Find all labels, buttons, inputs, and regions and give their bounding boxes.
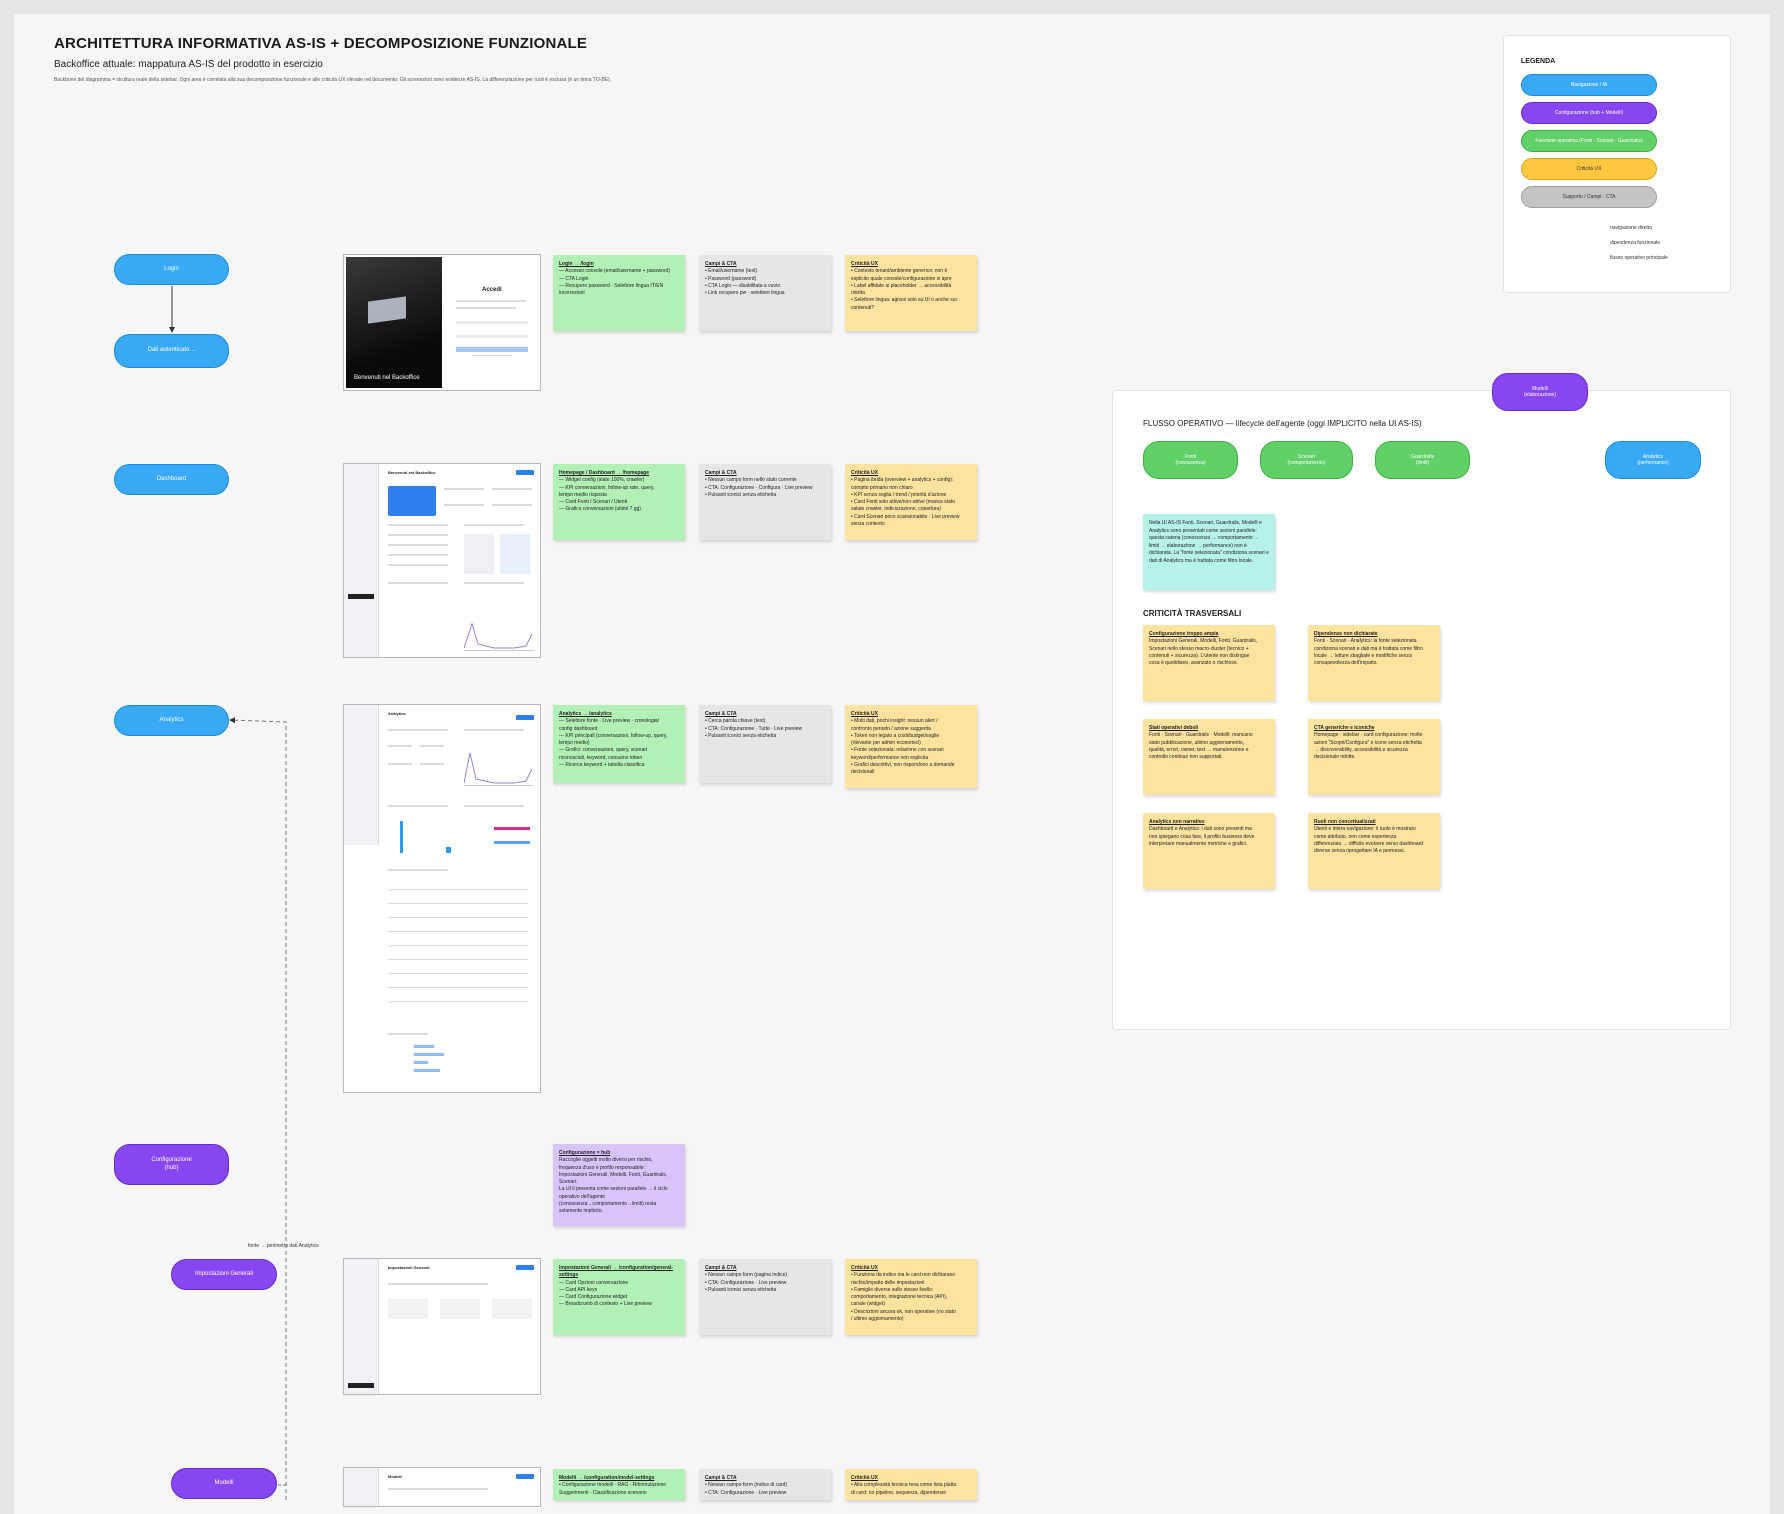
flow-title: FLUSSO OPERATIVO — lifecycle dell'agente…	[1143, 419, 1422, 428]
flow-panel	[1112, 390, 1731, 1030]
dashboard-chart-mock	[463, 604, 534, 651]
card-analytics-fields: Campi & CTA • Cerca parola chiave (text)…	[699, 705, 831, 783]
card-impostazioni-fields: Campi & CTA • Nessun campo form (pagina …	[699, 1259, 831, 1335]
sidebar-mock	[344, 464, 379, 657]
legend-item-criticita: Criticità UX	[1521, 158, 1657, 180]
modelli-screen-title: Modelli	[388, 1474, 402, 1479]
screenshot-impostazioni-generali: Impostazioni Generali	[343, 1258, 541, 1395]
card-impostazioni-functions: Impostazioni Generali → /configuration/g…	[553, 1259, 685, 1335]
card-login-criticita: Criticità UX • Contesto tenant/ambiente …	[845, 255, 977, 331]
screenshot-dashboard: Benvenuti nel Backoffice	[343, 463, 541, 658]
screenshot-modelli: Modelli	[343, 1467, 541, 1507]
analytics-config-button[interactable]	[516, 715, 534, 720]
node-dati-autenticato[interactable]: Dati autenticato…	[114, 334, 229, 368]
bar-mock-3	[494, 827, 530, 830]
password-field[interactable]	[456, 335, 528, 338]
criticita-card-cta: CTA generiche e iconiche Homepage · side…	[1308, 719, 1440, 795]
login-button[interactable]	[456, 347, 528, 352]
page-subtitle: Backoffice attuale: mappatura AS-IS del …	[54, 59, 323, 70]
node-analytics[interactable]: Analytics	[114, 705, 229, 736]
modelli-live-preview-button[interactable]	[516, 1474, 534, 1479]
flow-node-guardrails[interactable]: Guardrails (limiti)	[1375, 441, 1470, 479]
widget-card-mock	[388, 486, 436, 516]
legend-item-configurazione: Configurazione (hub + Modelli)	[1521, 102, 1657, 124]
fonte-dependency-label: fonte → perimetro dati Analytics	[248, 1243, 319, 1249]
card-dashboard-functions: Homepage / Dashboard → /homepage — Widge…	[553, 464, 685, 540]
screenshot-analytics: Analytics	[343, 704, 541, 1093]
login-welcome-text: Benvenuti nel Backoffice	[354, 375, 420, 381]
sidebar-mock	[344, 1259, 379, 1394]
card-modelli-functions: Modelli → /configuration/model-settings …	[553, 1469, 685, 1500]
legend-item-funzione-operativa: Funzione operativa (Fonti · Scenari · Gu…	[1521, 130, 1657, 152]
node-dashboard[interactable]: Dashboard	[114, 464, 229, 495]
dashboard-config-button[interactable]	[516, 470, 534, 475]
flow-node-analytics[interactable]: Analytics (performance)	[1605, 441, 1701, 479]
analytics-line-chart-mock	[463, 739, 534, 786]
flow-node-fonti[interactable]: Fonti (conoscenza)	[1143, 441, 1238, 479]
node-impostazioni-generali[interactable]: Impostazioni Generali	[171, 1259, 277, 1290]
criticita-card-dipendenze: Dipendenze non dichiarate Fonti · Scenar…	[1308, 625, 1440, 701]
legend-line-dipendenza: dipendenza funzionale	[1610, 240, 1661, 246]
page-description: Backbone del diagramma = struttura reale…	[54, 77, 612, 83]
screenshot-login: Benvenuti nel Backoffice Accedi	[343, 254, 541, 391]
sidebar-mock	[344, 705, 379, 845]
legend-line-navigazione: navigazione diretta	[1610, 225, 1652, 231]
legend-item-supporto: Supporto / Campi · CTA	[1521, 186, 1657, 208]
node-configurazione[interactable]: Configurazione (hub)	[114, 1144, 229, 1185]
node-modelli[interactable]: Modelli	[171, 1468, 277, 1499]
username-field[interactable]	[456, 321, 528, 324]
card-configurazione-hub: Configurazione = hub Raccoglie oggetti m…	[553, 1144, 685, 1226]
card-impostazioni-criticita: Criticità UX • Funziona da indice ma le …	[845, 1259, 977, 1335]
hero-device-shape	[368, 296, 406, 324]
node-login[interactable]: Login	[114, 254, 229, 285]
criticita-card-analytics: Analytics non narrativo Dashboard e Anal…	[1143, 813, 1275, 889]
card-analytics-criticita: Criticità UX • Molti dati, pochi insight…	[845, 705, 977, 788]
criticita-card-stati: Stati operativi deboli Fonti · Scenari ·…	[1143, 719, 1275, 795]
card-login-functions: Login → /login — Accesso console (email/…	[553, 255, 685, 331]
card-modelli-criticita: Criticità UX • Alta complessità tecnica …	[845, 1469, 977, 1500]
legend-line-flusso: flusso operativo principale	[1610, 255, 1668, 261]
sidebar-mock	[344, 1468, 379, 1506]
criticita-card-configurazione: Configurazione troppo ampia Impostazioni…	[1143, 625, 1275, 701]
bar-mock-2	[446, 847, 451, 853]
card-modelli-fields: Campi & CTA • Nessun campo form (indice …	[699, 1469, 831, 1500]
criticita-card-ruoli: Ruoli non concettualizzati Utenti e inte…	[1308, 813, 1440, 889]
dashboard-screen-title: Benvenuti nel Backoffice	[388, 470, 436, 475]
card-dashboard-fields: Campi & CTA • Nessun campo form nello st…	[699, 464, 831, 540]
flow-node-modelli[interactable]: Modelli (elaborazione)	[1492, 373, 1588, 411]
login-hero-image: Benvenuti nel Backoffice	[346, 257, 442, 388]
card-analytics-functions: Analytics → /analytics — Selettore fonte…	[553, 705, 685, 783]
flow-note-card: Nella UI AS-IS Fonti, Scenari, Guardrail…	[1143, 514, 1275, 590]
bar-mock-4	[494, 841, 530, 844]
legend-item-navigazione: Navigazione / IA	[1521, 74, 1657, 96]
criticita-title: CRITICITÀ TRASVERSALI	[1143, 609, 1242, 618]
card-login-fields: Campi & CTA • Email/username (text) • Pas…	[699, 255, 831, 331]
flow-node-scenari[interactable]: Scenari (comportamento)	[1260, 441, 1353, 479]
impostazioni-live-preview-button[interactable]	[516, 1265, 534, 1270]
impostazioni-screen-title: Impostazioni Generali	[388, 1265, 430, 1270]
page-title: ARCHITETTURA INFORMATIVA AS-IS + DECOMPO…	[54, 35, 588, 52]
login-access-title: Accedi	[482, 287, 502, 293]
analytics-screen-title: Analytics	[388, 711, 406, 716]
card-dashboard-criticita: Criticità UX • Pagina ibrida (overview +…	[845, 464, 977, 540]
bar-mock-1	[400, 821, 403, 853]
legend-title: LEGENDA	[1521, 58, 1556, 65]
